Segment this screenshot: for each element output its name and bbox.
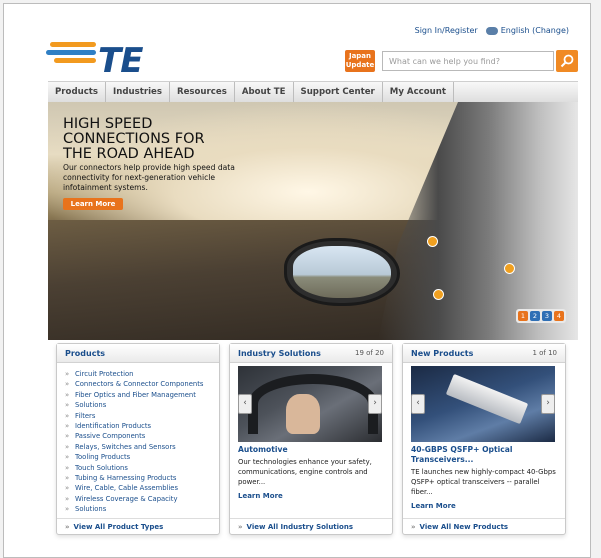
chevron-right-icon: »	[238, 523, 243, 531]
carousel-next-button[interactable]: ›	[541, 394, 555, 414]
pager-button-2[interactable]: 2	[530, 311, 540, 321]
nav-products[interactable]: Products	[48, 82, 107, 102]
hero-title-line: HIGH SPEED	[63, 116, 153, 132]
industry-panel-header: Industry Solutions 19 of 20	[230, 344, 392, 363]
top-links: Sign In/Register English (Change)	[415, 26, 569, 35]
new-products-panel-title: New Products	[411, 348, 474, 358]
industry-solutions-panel: Industry Solutions 19 of 20 ‹ › Automoti…	[229, 343, 393, 535]
product-link[interactable]: Filters	[65, 411, 219, 422]
product-link[interactable]: Tubing & Harnessing Products	[65, 473, 219, 484]
hero-title: HIGH SPEED CONNECTIONS FOR THE ROAD AHEA…	[63, 117, 205, 162]
page-wrapper: TE connectivity Sign In/Register English…	[44, 4, 579, 557]
hero-banner: HIGH SPEED CONNECTIONS FOR THE ROAD AHEA…	[48, 102, 578, 340]
language-link[interactable]: English (Change)	[485, 26, 569, 35]
search-icon	[560, 54, 574, 68]
language-label: English (Change)	[500, 26, 569, 35]
view-all-products-link[interactable]: » View All Product Types	[57, 518, 219, 534]
automotive-image	[238, 366, 382, 442]
product-link[interactable]: Wireless Coverage & Capacity	[65, 494, 219, 505]
japan-update-line1: Japan	[348, 52, 372, 60]
industry-panel-count: 19 of 20	[354, 349, 384, 357]
logo-stripes-icon	[46, 42, 96, 63]
products-panel-title: Products	[65, 348, 106, 358]
products-panel-header: Products	[57, 344, 219, 363]
hero-learn-more-button[interactable]: Learn More	[63, 198, 123, 210]
hero-pager: 1 2 3 4	[516, 309, 566, 323]
view-all-industry-link[interactable]: » View All Industry Solutions	[230, 518, 392, 534]
carousel-prev-button[interactable]: ‹	[411, 394, 425, 414]
hotspot-dot[interactable]	[504, 263, 515, 274]
new-product-learn-more-link[interactable]: Learn More	[411, 502, 456, 510]
product-link[interactable]: Relays, Switches and Sensors	[65, 442, 219, 453]
view-all-products-label: View All Product Types	[73, 523, 164, 531]
nav-my-account[interactable]: My Account	[383, 82, 455, 102]
transceiver-module-shape	[445, 373, 529, 425]
industry-item-description: Our technologies enhance your safety, co…	[238, 458, 372, 487]
browser-page: TE connectivity Sign In/Register English…	[3, 3, 591, 558]
product-link[interactable]: Tooling Products	[65, 452, 219, 463]
nav-resources[interactable]: Resources	[170, 82, 235, 102]
product-link[interactable]: Identification Products	[65, 421, 219, 432]
transceiver-image	[411, 366, 555, 442]
product-link[interactable]: Connectors & Connector Components	[65, 379, 219, 390]
logo-wordmark: TE	[98, 41, 143, 81]
product-list: Circuit Protection Connectors & Connecto…	[57, 363, 219, 515]
search-button[interactable]	[556, 50, 578, 72]
hero-title-line: THE ROAD AHEAD	[63, 146, 195, 162]
carousel-next-button[interactable]: ›	[368, 394, 382, 414]
product-link-continued[interactable]: Solutions	[65, 504, 219, 515]
mirror-reflection	[293, 246, 391, 298]
nav-support-center[interactable]: Support Center	[294, 82, 383, 102]
chevron-right-icon: »	[411, 523, 416, 531]
product-link[interactable]: Fiber Optics and Fiber Management	[65, 390, 219, 401]
sign-in-link[interactable]: Sign In/Register	[415, 26, 478, 35]
japan-update-button[interactable]: Japan Update	[345, 50, 375, 72]
industry-panel-title: Industry Solutions	[238, 348, 321, 358]
new-product-description: TE launches new highly-compact 40-Gbps Q…	[411, 468, 556, 497]
globe-icon	[485, 26, 498, 35]
side-mirror-image	[284, 238, 400, 306]
products-panel: Products Circuit Protection Connectors &…	[56, 343, 220, 535]
view-all-industry-label: View All Industry Solutions	[246, 523, 354, 531]
hotspot-dot[interactable]	[427, 236, 438, 247]
search-input[interactable]: What can we help you find?	[382, 51, 554, 71]
japan-update-line2: Update	[345, 61, 375, 69]
nav-about[interactable]: About TE	[235, 82, 294, 102]
main-nav: Products Industries Resources About TE S…	[48, 81, 578, 103]
new-products-panel-header: New Products 1 of 10	[403, 344, 565, 363]
nav-industries[interactable]: Industries	[106, 82, 170, 102]
hand-shape	[286, 394, 320, 434]
new-product-title[interactable]: 40-GBPS QSFP+ Optical Transceivers...	[411, 445, 556, 465]
industry-item-title[interactable]: Automotive	[238, 445, 383, 455]
chevron-right-icon: »	[65, 523, 70, 531]
product-link[interactable]: Wire, Cable, Cable Assemblies	[65, 483, 219, 494]
pager-button-3[interactable]: 3	[542, 311, 552, 321]
pager-button-4[interactable]: 4	[554, 311, 564, 321]
view-all-new-products-label: View All New Products	[419, 523, 509, 531]
pager-button-1[interactable]: 1	[518, 311, 528, 321]
new-products-panel-count: 1 of 10	[532, 349, 557, 357]
view-all-new-products-link[interactable]: » View All New Products	[403, 518, 565, 534]
product-link-continued[interactable]: Solutions	[65, 400, 219, 411]
hero-title-line: CONNECTIONS FOR	[63, 131, 205, 147]
new-products-panel: New Products 1 of 10 ‹ › 40-GBPS QSFP+ O…	[402, 343, 566, 535]
product-link[interactable]: Passive Components	[65, 431, 219, 442]
hotspot-dot[interactable]	[433, 289, 444, 300]
product-link[interactable]: Touch Solutions	[65, 463, 219, 474]
product-link[interactable]: Circuit Protection	[65, 369, 219, 380]
hero-description: Our connectors help provide high speed d…	[63, 163, 235, 192]
carousel-prev-button[interactable]: ‹	[238, 394, 252, 414]
te-logo[interactable]: TE connectivity	[46, 26, 176, 90]
industry-learn-more-link[interactable]: Learn More	[238, 492, 283, 500]
